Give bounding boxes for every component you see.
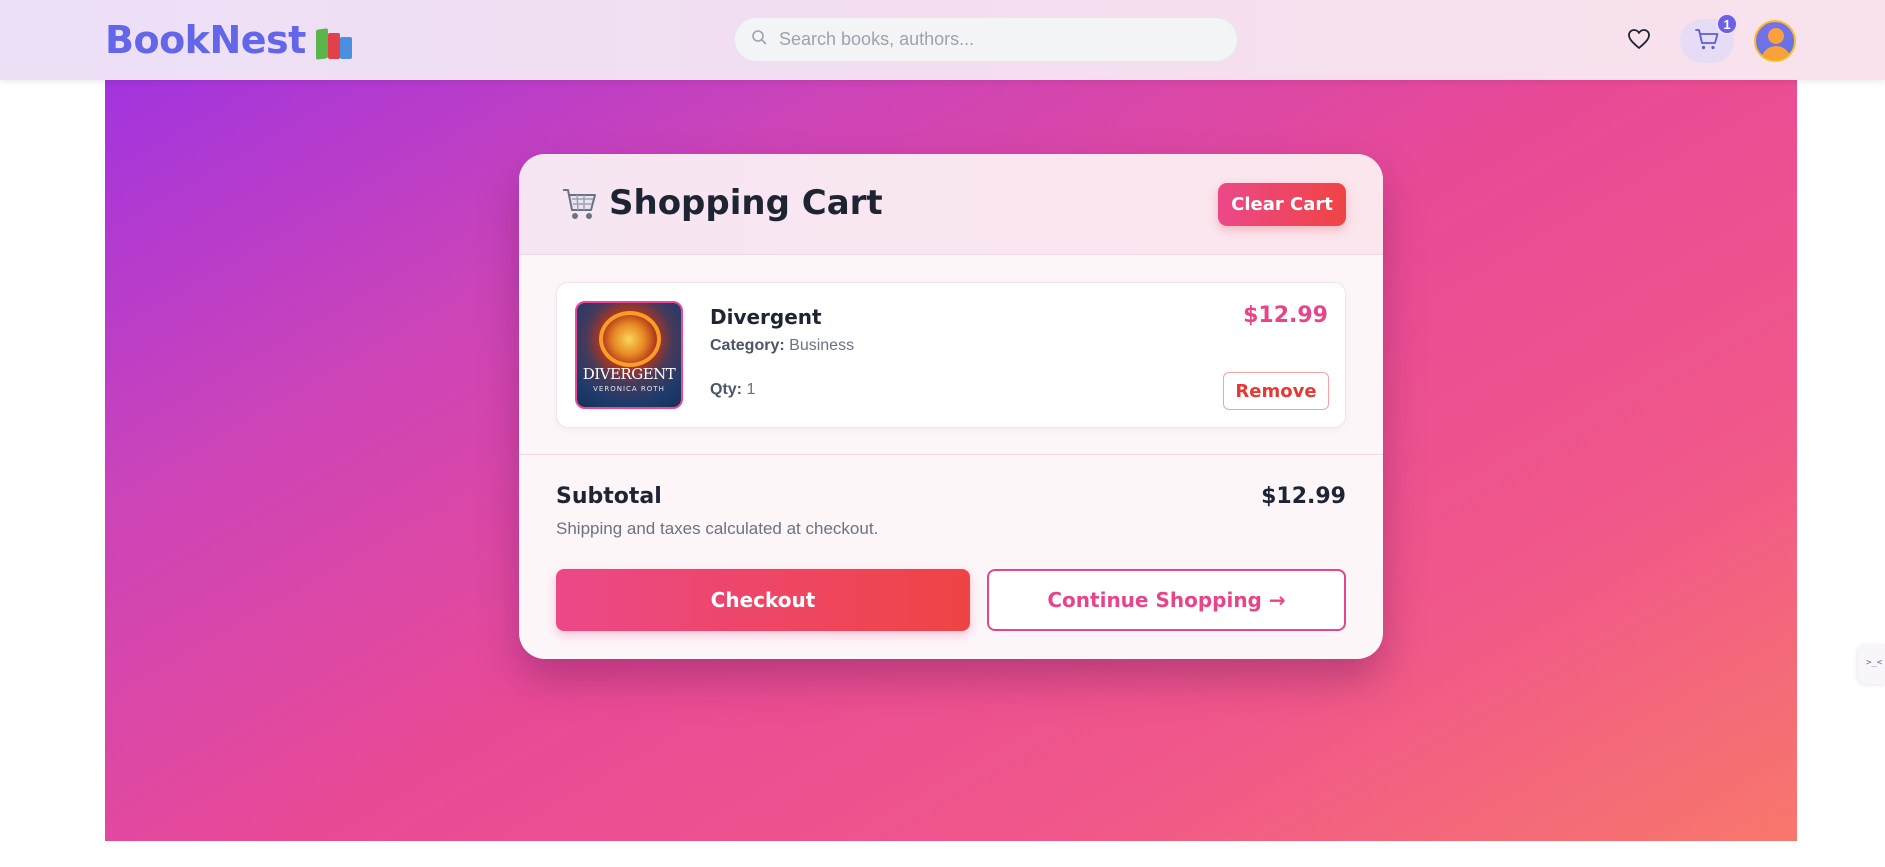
cover-title: DIVERGENT	[582, 365, 676, 383]
cart-header: Shopping Cart Clear Cart	[519, 154, 1383, 255]
top-navbar: BookNest 1	[0, 0, 1885, 80]
remove-item-button[interactable]: Remove	[1223, 372, 1329, 410]
shopping-cart-card: Shopping Cart Clear Cart DIVERGENT VERON…	[519, 154, 1383, 659]
wishlist-button[interactable]	[1622, 24, 1656, 58]
category-label: Category:	[710, 337, 785, 354]
cart-item: DIVERGENT VERONICA ROTH Divergent Catego…	[556, 282, 1346, 428]
cart-icon	[1694, 27, 1720, 56]
books-icon	[314, 21, 356, 60]
qty-label: Qty:	[710, 381, 742, 398]
brand-name: BookNest	[105, 18, 306, 62]
subtotal-label: Subtotal	[556, 484, 662, 509]
category-value: Business	[789, 337, 855, 354]
qty-value: 1	[746, 381, 756, 398]
shopping-cart-icon	[561, 186, 599, 222]
brand-logo[interactable]: BookNest	[105, 18, 356, 62]
book-cover-image[interactable]: DIVERGENT VERONICA ROTH	[575, 301, 683, 409]
clear-cart-button[interactable]: Clear Cart	[1218, 183, 1346, 226]
item-category: Category: Business	[710, 337, 854, 355]
checkout-button[interactable]: Checkout	[556, 569, 970, 631]
side-tab[interactable]: >_<	[1858, 644, 1885, 684]
heart-icon	[1627, 28, 1651, 55]
item-title[interactable]: Divergent	[710, 305, 822, 329]
search-input[interactable]	[779, 29, 1199, 50]
search-icon	[751, 29, 767, 50]
subtotal-value: $12.99	[1261, 484, 1346, 509]
cover-author: VERONICA ROTH	[593, 385, 665, 393]
avatar[interactable]	[1754, 20, 1796, 62]
item-quantity: Qty: 1	[710, 381, 755, 399]
cart-count-badge: 1	[1716, 13, 1738, 35]
divider	[519, 454, 1383, 455]
shipping-note: Shipping and taxes calculated at checkou…	[556, 519, 879, 538]
item-price: $12.99	[1243, 303, 1328, 328]
search-bar[interactable]	[734, 17, 1238, 62]
page-title: Shopping Cart	[609, 183, 883, 223]
continue-shopping-button[interactable]: Continue Shopping →	[987, 569, 1346, 631]
